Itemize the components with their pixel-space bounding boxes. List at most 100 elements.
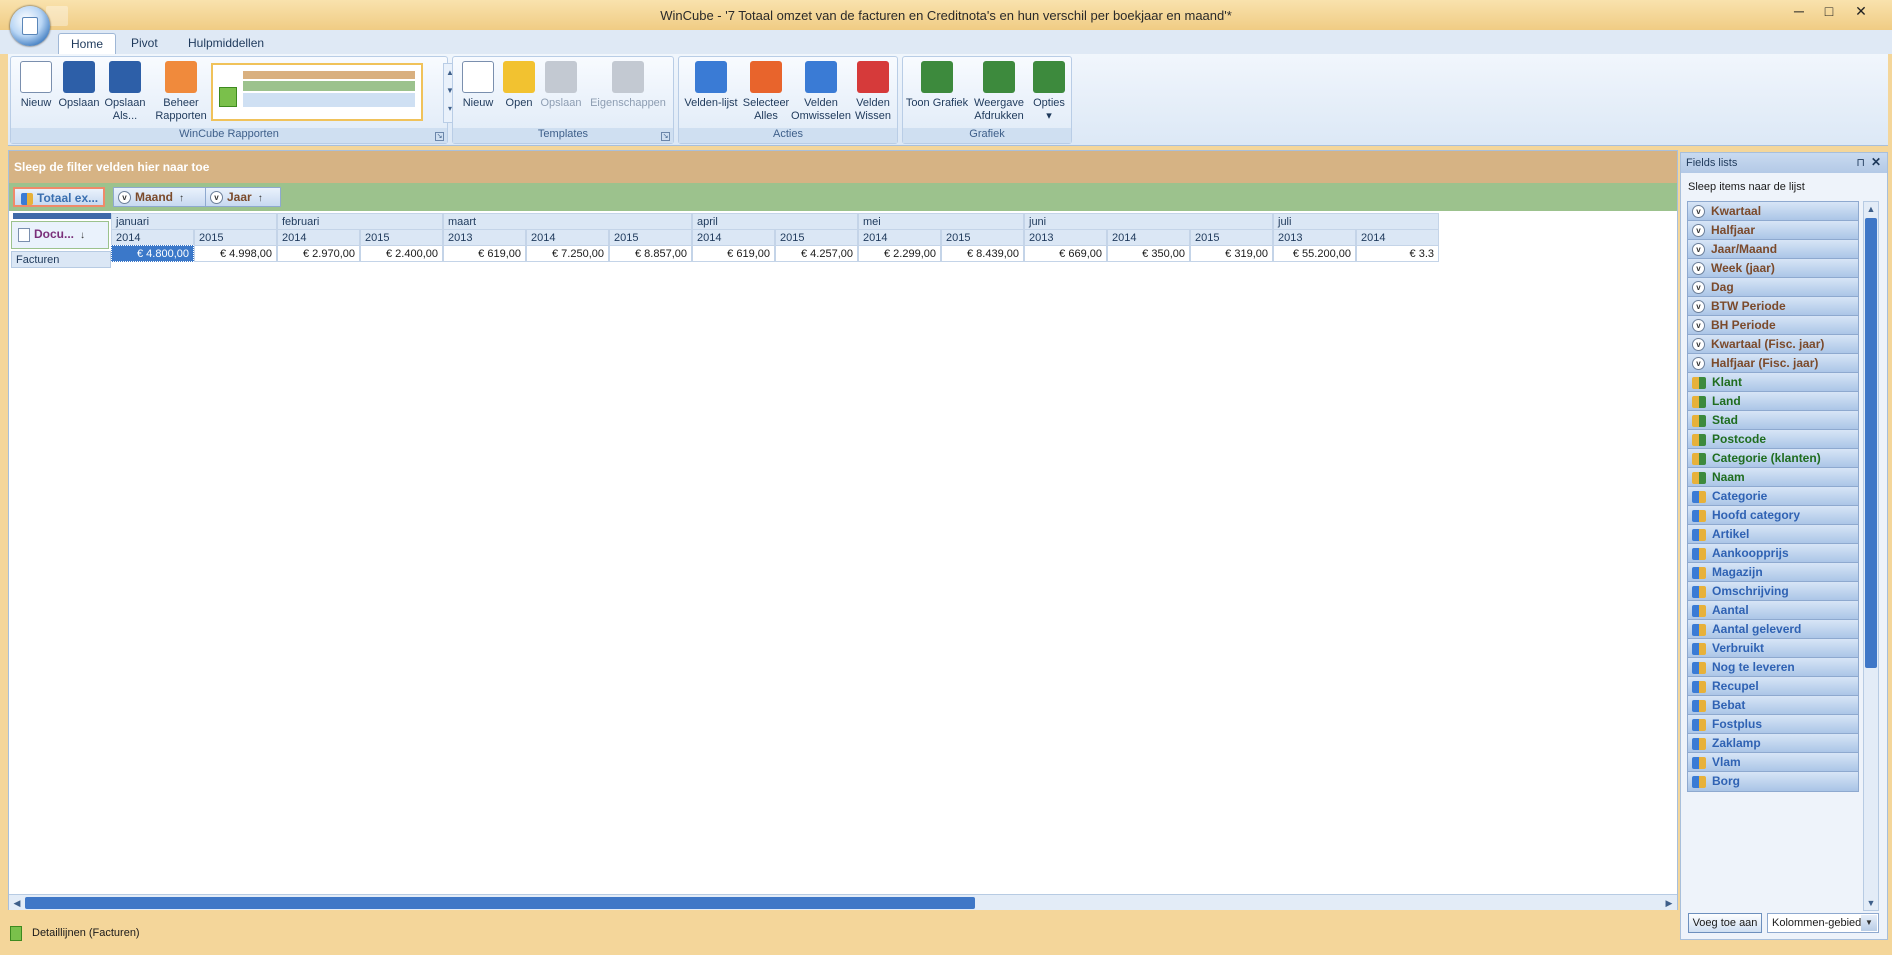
application-menu-button[interactable] [10, 6, 50, 46]
year-header[interactable]: 2015 [360, 229, 443, 246]
column-field-jaar[interactable]: v Jaar ↑ [205, 187, 281, 207]
swap-fields-button[interactable]: Velden Omwisselen [791, 61, 851, 123]
year-header[interactable]: 2014 [526, 229, 609, 246]
chevron-down-icon[interactable]: ▼ [1861, 915, 1877, 931]
field-item[interactable]: v Halfjaar (Fisc. jaar) [1687, 353, 1859, 374]
maximize-button[interactable]: □ [1814, 2, 1844, 22]
data-field-chip[interactable]: Totaal ex... [13, 187, 105, 207]
year-header[interactable]: 2013 [443, 229, 526, 246]
year-header[interactable]: 2014 [111, 229, 194, 246]
month-header[interactable]: mei [858, 213, 1024, 230]
add-to-area-button[interactable]: Voeg toe aan [1688, 913, 1762, 933]
field-item[interactable]: Naam [1687, 467, 1859, 488]
field-item[interactable]: Land [1687, 391, 1859, 412]
dialog-launcher-icon[interactable]: ↘ [435, 132, 444, 141]
field-item[interactable]: v Kwartaal [1687, 201, 1859, 222]
scroll-up-icon[interactable]: ▲ [1865, 202, 1877, 216]
minimize-button[interactable]: ─ [1784, 2, 1814, 22]
month-header[interactable]: juli [1273, 213, 1439, 230]
field-item[interactable]: Klant [1687, 372, 1859, 393]
field-item[interactable]: Verbruikt [1687, 638, 1859, 659]
value-cell[interactable]: € 2.970,00 [277, 245, 360, 262]
year-header[interactable]: 2013 [1273, 229, 1356, 246]
sort-ascending-icon[interactable]: ↑ [258, 193, 263, 204]
field-item[interactable]: Categorie (klanten) [1687, 448, 1859, 469]
value-cell[interactable]: € 8.857,00 [609, 245, 692, 262]
print-view-button[interactable]: Weergave Afdrukken [971, 61, 1027, 123]
scroll-down-icon[interactable]: ▼ [1865, 896, 1877, 910]
sort-descending-icon[interactable]: ↓ [80, 230, 85, 241]
tab-pivot[interactable]: Pivot [119, 33, 170, 55]
clear-fields-button[interactable]: Velden Wissen [851, 61, 895, 123]
row-field-document[interactable]: Docu... ↓ [11, 221, 109, 249]
field-item[interactable]: Magazijn [1687, 562, 1859, 583]
template-open-button[interactable]: Open [501, 61, 537, 110]
scroll-left-icon[interactable]: ◀ [10, 896, 24, 910]
value-cell[interactable]: € 619,00 [692, 245, 775, 262]
year-header[interactable]: 2014 [692, 229, 775, 246]
field-item[interactable]: v BTW Periode [1687, 296, 1859, 317]
year-header[interactable]: 2015 [1190, 229, 1273, 246]
value-cell[interactable]: € 55.200,00 [1273, 245, 1356, 262]
select-all-button[interactable]: Selecteer Alles [741, 61, 791, 123]
field-item[interactable]: v BH Periode [1687, 315, 1859, 336]
vertical-scrollbar[interactable]: ▲ ▼ [1863, 201, 1879, 911]
template-properties-button[interactable]: Eigenschappen [585, 61, 671, 110]
show-chart-button[interactable]: Toon Grafiek [905, 61, 969, 110]
field-item[interactable]: v Kwartaal (Fisc. jaar) [1687, 334, 1859, 355]
value-cell[interactable]: € 4.800,00 [111, 245, 194, 262]
value-cell[interactable]: € 7.250,00 [526, 245, 609, 262]
tab-hulpmiddellen[interactable]: Hulpmiddellen [176, 33, 276, 55]
value-cell[interactable]: € 8.439,00 [941, 245, 1024, 262]
year-header[interactable]: 2015 [775, 229, 858, 246]
year-header[interactable]: 2015 [941, 229, 1024, 246]
field-item[interactable]: Bebat [1687, 695, 1859, 716]
year-header[interactable]: 2015 [609, 229, 692, 246]
field-item[interactable]: Stad [1687, 410, 1859, 431]
field-item[interactable]: Hoofd category [1687, 505, 1859, 526]
expand-icon[interactable]: v [118, 191, 131, 205]
month-header[interactable]: juni [1024, 213, 1273, 230]
year-header[interactable]: 2014 [1107, 229, 1190, 246]
value-cell[interactable]: € 669,00 [1024, 245, 1107, 262]
month-header[interactable]: april [692, 213, 858, 230]
value-cell[interactable]: € 2.400,00 [360, 245, 443, 262]
field-item[interactable]: Aantal geleverd [1687, 619, 1859, 640]
column-field-maand[interactable]: v Maand ↑ [113, 187, 209, 207]
value-cell[interactable]: € 619,00 [443, 245, 526, 262]
month-header[interactable]: februari [277, 213, 443, 230]
value-cell[interactable]: € 3.3 [1356, 245, 1439, 262]
field-item[interactable]: Artikel [1687, 524, 1859, 545]
pin-icon[interactable]: ⊓ [1856, 156, 1865, 169]
expand-icon[interactable]: v [210, 191, 223, 205]
year-header[interactable]: 2015 [194, 229, 277, 246]
tab-home[interactable]: Home [58, 33, 117, 55]
template-save-button[interactable]: Opslaan [539, 61, 583, 110]
field-item[interactable]: v Halfjaar [1687, 220, 1859, 241]
column-field-area[interactable]: Totaal ex... v Maand ↑ v Jaar ↑ [9, 183, 1677, 211]
field-item[interactable]: Aantal [1687, 600, 1859, 621]
sort-ascending-icon[interactable]: ↑ [179, 193, 184, 204]
month-header[interactable]: maart [443, 213, 692, 230]
options-button[interactable]: Opties ▾ [1029, 61, 1069, 123]
field-item[interactable]: Borg [1687, 771, 1859, 792]
year-header[interactable]: 2013 [1024, 229, 1107, 246]
field-item[interactable]: v Jaar/Maand [1687, 239, 1859, 260]
horizontal-scroll-thumb[interactable] [25, 897, 975, 909]
field-item[interactable]: Omschrijving [1687, 581, 1859, 602]
value-cell[interactable]: € 4.257,00 [775, 245, 858, 262]
field-item[interactable]: Recupel [1687, 676, 1859, 697]
scroll-right-icon[interactable]: ▶ [1662, 896, 1676, 910]
save-report-as-button[interactable]: Opslaan Als... [103, 61, 147, 123]
close-icon[interactable]: ✕ [1871, 155, 1881, 169]
field-item[interactable]: Nog te leveren [1687, 657, 1859, 678]
filter-drop-zone[interactable]: Sleep de filter velden hier naar toe [9, 151, 1677, 183]
month-header[interactable]: januari [111, 213, 277, 230]
field-item[interactable]: Aankoopprijs [1687, 543, 1859, 564]
field-item[interactable]: v Week (jaar) [1687, 258, 1859, 279]
save-report-button[interactable]: Opslaan [57, 61, 101, 110]
field-list-button[interactable]: Velden-lijst [683, 61, 739, 110]
close-window-button[interactable]: ✕ [1846, 2, 1876, 22]
field-item[interactable]: Vlam [1687, 752, 1859, 773]
vertical-scroll-thumb[interactable] [1865, 218, 1877, 668]
